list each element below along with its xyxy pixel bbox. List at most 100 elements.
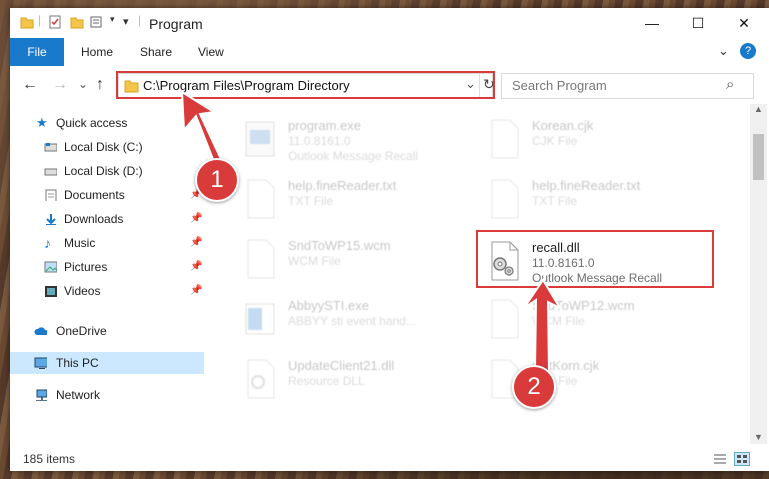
- documents-icon: [45, 189, 57, 201]
- scrollbar-thumb[interactable]: [753, 134, 764, 180]
- cloud-icon: [34, 327, 47, 335]
- sidebar-item-onedrive[interactable]: OneDrive: [10, 320, 204, 342]
- navigation-bar: ← → ⌄ ↑ C:\Program Files\Program Directo…: [10, 66, 769, 104]
- file-detail: TXT File: [532, 194, 578, 208]
- sidebar-item-pictures[interactable]: Pictures 📌: [10, 256, 204, 278]
- file-name: Korean.cjk: [532, 118, 594, 133]
- sidebar-item-label: Downloads: [64, 212, 124, 226]
- scroll-up-icon[interactable]: ▲: [754, 104, 763, 114]
- file-tile[interactable]: SndToWP15.wcm WCM File: [236, 232, 474, 288]
- file-icon: [491, 179, 519, 219]
- maximize-button[interactable]: ☐: [675, 8, 721, 38]
- callout-badge-2: 2: [512, 365, 556, 409]
- file-tile[interactable]: UpdateClient21.dll Resource DLL: [236, 352, 474, 408]
- tab-home[interactable]: Home: [81, 38, 113, 66]
- file-detail: WCM File: [532, 314, 585, 328]
- file-tile[interactable]: help.fineReader.txt TXT File: [480, 172, 718, 228]
- music-icon: ♪: [44, 235, 51, 251]
- sidebar-item-local-disk-c[interactable]: Local Disk (C:): [10, 136, 204, 158]
- recent-locations-button[interactable]: ⌄: [78, 77, 88, 91]
- sidebar-item-this-pc[interactable]: This PC: [10, 352, 204, 374]
- drive-icon: [44, 143, 57, 152]
- tab-share[interactable]: Share: [140, 38, 172, 66]
- file-detail: WCM File: [288, 254, 341, 268]
- file-detail: ABBYY sti event hand...: [288, 314, 416, 328]
- back-button[interactable]: ←: [22, 76, 38, 94]
- file-detail: TXT File: [288, 194, 334, 208]
- properties-icon[interactable]: [48, 15, 62, 29]
- file-name: help.fineReader.txt: [532, 178, 641, 193]
- search-input[interactable]: Search Program ⌕: [501, 73, 754, 99]
- file-detail: Outlook Message Recall: [288, 149, 419, 163]
- sidebar-item-local-disk-d[interactable]: Local Disk (D:): [10, 160, 204, 182]
- chevron-down-icon[interactable]: ▾: [110, 14, 115, 25]
- file-name: SndToWP15.wcm: [288, 238, 391, 253]
- file-icon: [247, 179, 275, 219]
- file-tile[interactable]: program.exe 11.0.8161.0 Outlook Message …: [236, 112, 474, 168]
- file-detail: CJK File: [532, 134, 578, 148]
- ribbon-tabs: File Home Share View ⌄ ?: [10, 38, 769, 67]
- separator: |: [138, 13, 142, 27]
- exe-icon: [245, 303, 275, 335]
- file-tile[interactable]: AbbyySTI.exe ABBYY sti event hand...: [236, 292, 474, 348]
- sidebar-item-downloads[interactable]: Downloads 📌: [10, 208, 204, 230]
- star-icon: ★: [36, 115, 48, 130]
- network-icon: [36, 389, 47, 401]
- sidebar-item-music[interactable]: ♪ Music 📌: [10, 232, 204, 254]
- tab-file[interactable]: File: [10, 38, 64, 66]
- sidebar-item-documents[interactable]: Documents 📌: [10, 184, 204, 206]
- search-placeholder: Search Program: [512, 78, 607, 93]
- sidebar-item-label: Local Disk (D:): [64, 164, 143, 178]
- large-icons-view-icon[interactable]: [734, 452, 750, 466]
- file-name: SndToWP12.wcm: [532, 298, 635, 313]
- scroll-down-icon[interactable]: ▼: [754, 432, 763, 442]
- sidebar-item-label: Local Disk (C:): [64, 140, 143, 154]
- item-count: 185 items: [23, 452, 76, 466]
- close-button[interactable]: ✕: [721, 8, 767, 38]
- forward-button[interactable]: →: [52, 76, 68, 94]
- status-bar: 185 items: [10, 448, 769, 471]
- search-icon: ⌕: [726, 76, 735, 93]
- tab-view[interactable]: View: [198, 38, 224, 66]
- file-name: UpdateClient21.dll: [288, 358, 395, 373]
- exe-icon: [245, 121, 275, 157]
- download-icon: [46, 214, 56, 225]
- drive-icon: [44, 168, 57, 176]
- file-detail: 11.0.8161.0: [288, 134, 351, 148]
- details-view-icon[interactable]: [713, 453, 727, 466]
- vertical-scrollbar[interactable]: ▲ ▼: [750, 104, 767, 444]
- sidebar-item-label: Videos: [64, 284, 101, 298]
- file-icon: [491, 119, 519, 159]
- minimize-button[interactable]: —: [629, 8, 675, 38]
- sidebar-item-videos[interactable]: Videos 📌: [10, 280, 204, 302]
- navigation-pane: ★ Quick access Local Disk (C:) Local Dis…: [10, 104, 204, 444]
- callout-badge-1: 1: [195, 158, 239, 202]
- sidebar-item-network[interactable]: Network: [10, 384, 204, 406]
- sidebar-item-quick-access[interactable]: ★ Quick access: [10, 112, 204, 134]
- new-folder-icon[interactable]: [70, 15, 84, 29]
- up-button[interactable]: ↑: [96, 76, 104, 94]
- explorer-window: | ▾ ▾ | Program — ☐ ✕ File Home Share Vi…: [10, 8, 769, 471]
- pin-icon: 📌: [190, 213, 203, 224]
- separator: |: [38, 13, 42, 27]
- file-tile[interactable]: SndToWP12.wcm WCM File: [480, 292, 718, 348]
- title-bar: | ▾ ▾ | Program — ☐ ✕: [10, 8, 769, 38]
- help-icon[interactable]: ?: [740, 43, 756, 59]
- sidebar-item-label: OneDrive: [56, 324, 107, 338]
- customize-icon[interactable]: [90, 15, 108, 29]
- pin-icon: 📌: [190, 237, 203, 248]
- file-tile[interactable]: help.fineReader.txt TXT File: [236, 172, 474, 228]
- file-tile[interactable]: Korean.cjk CJK File: [480, 112, 718, 168]
- quick-access-dropdown-icon[interactable]: ▾: [123, 15, 129, 28]
- expand-ribbon-icon[interactable]: ⌄: [718, 43, 729, 59]
- file-name: help.fineReader.txt: [288, 178, 397, 193]
- file-detail: Resource DLL: [288, 374, 365, 388]
- pin-icon: 📌: [190, 261, 203, 272]
- sidebar-item-label: Pictures: [64, 260, 108, 274]
- sidebar-item-label: Network: [56, 388, 101, 402]
- file-name: AbbyySTI.exe: [288, 298, 369, 313]
- sidebar-item-label: Music: [64, 236, 96, 250]
- computer-icon: [34, 357, 47, 369]
- folder-icon[interactable]: [20, 15, 34, 29]
- sidebar-item-label: This PC: [56, 356, 99, 370]
